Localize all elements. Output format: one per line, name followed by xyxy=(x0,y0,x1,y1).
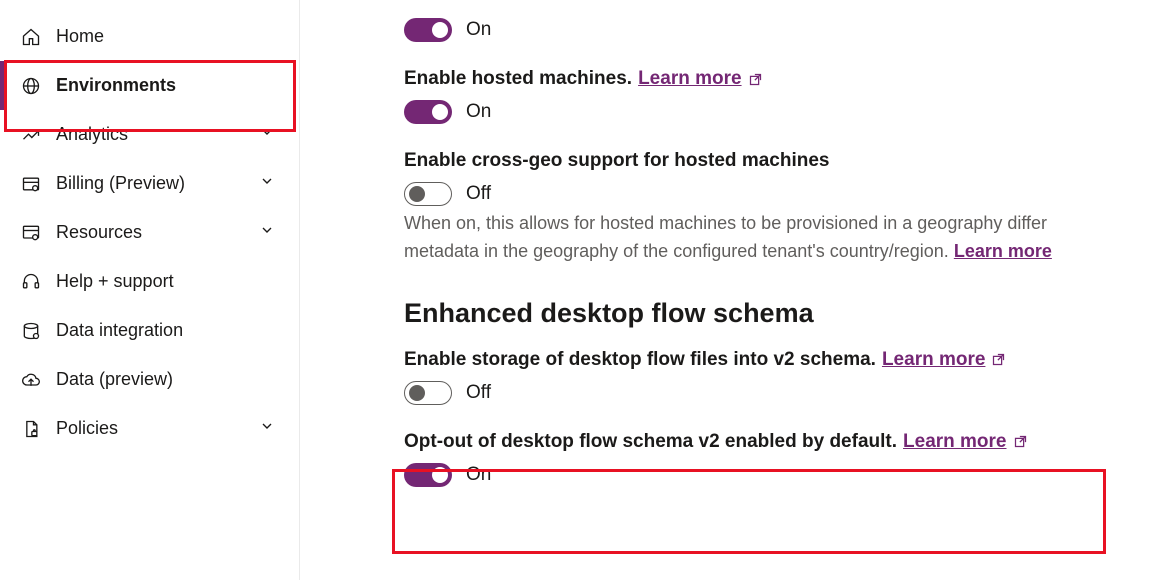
toggle-state: On xyxy=(466,19,491,41)
toggle-0[interactable] xyxy=(404,18,452,42)
sidebar-item-analytics[interactable]: Analytics xyxy=(0,110,299,159)
sidebar: Home Environments Analytics Billing (Pre… xyxy=(0,0,300,580)
chevron-down-icon xyxy=(259,173,275,194)
sidebar-item-data-preview[interactable]: Data (preview) xyxy=(0,355,299,404)
setting-cross-geo: Enable cross-geo support for hosted mach… xyxy=(404,150,1158,266)
chevron-down-icon xyxy=(259,222,275,243)
external-link-icon xyxy=(748,72,763,87)
setting-row-0: On xyxy=(404,18,1158,42)
setting-opt-out-v2: Opt-out of desktop flow schema v2 enable… xyxy=(404,431,1158,487)
sidebar-item-home[interactable]: Home xyxy=(0,12,299,61)
sidebar-item-label: Analytics xyxy=(56,124,128,145)
setting-hosted-machines: Enable hosted machines. Learn more On xyxy=(404,68,1158,124)
toggle-cross-geo[interactable] xyxy=(404,182,452,206)
toggle-state: On xyxy=(466,101,491,123)
toggle-opt-out-v2[interactable] xyxy=(404,463,452,487)
data-integration-icon xyxy=(20,321,42,341)
chevron-down-icon xyxy=(259,418,275,439)
toggle-state: Off xyxy=(466,183,491,205)
sidebar-item-data-integration[interactable]: Data integration xyxy=(0,306,299,355)
setting-description: When on, this allows for hosted machines… xyxy=(404,210,1158,266)
toggle-state: Off xyxy=(466,382,491,404)
toggle-hosted-machines[interactable] xyxy=(404,100,452,124)
section-title: Enhanced desktop flow schema xyxy=(404,298,1158,329)
toggle-v2-storage[interactable] xyxy=(404,381,452,405)
policies-icon xyxy=(20,419,42,439)
sidebar-item-label: Policies xyxy=(56,418,118,439)
resources-icon xyxy=(20,223,42,243)
home-icon xyxy=(20,27,42,47)
setting-v2-storage: Enable storage of desktop flow files int… xyxy=(404,349,1158,405)
setting-label: Enable cross-geo support for hosted mach… xyxy=(404,150,829,172)
external-link-icon xyxy=(991,352,1006,367)
learn-more-link[interactable]: Learn more xyxy=(903,431,1027,453)
globe-icon xyxy=(20,76,42,96)
sidebar-item-label: Environments xyxy=(56,75,176,96)
sidebar-item-resources[interactable]: Resources xyxy=(0,208,299,257)
sidebar-item-policies[interactable]: Policies xyxy=(0,404,299,453)
chevron-down-icon xyxy=(259,124,275,145)
sidebar-item-label: Home xyxy=(56,26,104,47)
sidebar-item-label: Data integration xyxy=(56,320,183,341)
external-link-icon xyxy=(1013,434,1028,449)
analytics-icon xyxy=(20,125,42,145)
cloud-upload-icon xyxy=(20,370,42,390)
setting-label: Enable hosted machines. xyxy=(404,68,632,90)
sidebar-item-label: Resources xyxy=(56,222,142,243)
learn-more-link[interactable]: Learn more xyxy=(954,241,1052,261)
sidebar-item-label: Help + support xyxy=(56,271,174,292)
sidebar-item-environments[interactable]: Environments xyxy=(0,61,299,110)
sidebar-item-label: Data (preview) xyxy=(56,369,173,390)
learn-more-link[interactable]: Learn more xyxy=(638,68,762,90)
setting-label: Opt-out of desktop flow schema v2 enable… xyxy=(404,431,897,453)
sidebar-item-label: Billing (Preview) xyxy=(56,173,185,194)
sidebar-item-help[interactable]: Help + support xyxy=(0,257,299,306)
toggle-state: On xyxy=(466,464,491,486)
headset-icon xyxy=(20,272,42,292)
sidebar-item-billing[interactable]: Billing (Preview) xyxy=(0,159,299,208)
main-content: On Enable hosted machines. Learn more On… xyxy=(300,0,1158,580)
learn-more-link[interactable]: Learn more xyxy=(882,349,1006,371)
setting-label: Enable storage of desktop flow files int… xyxy=(404,349,876,371)
billing-icon xyxy=(20,174,42,194)
